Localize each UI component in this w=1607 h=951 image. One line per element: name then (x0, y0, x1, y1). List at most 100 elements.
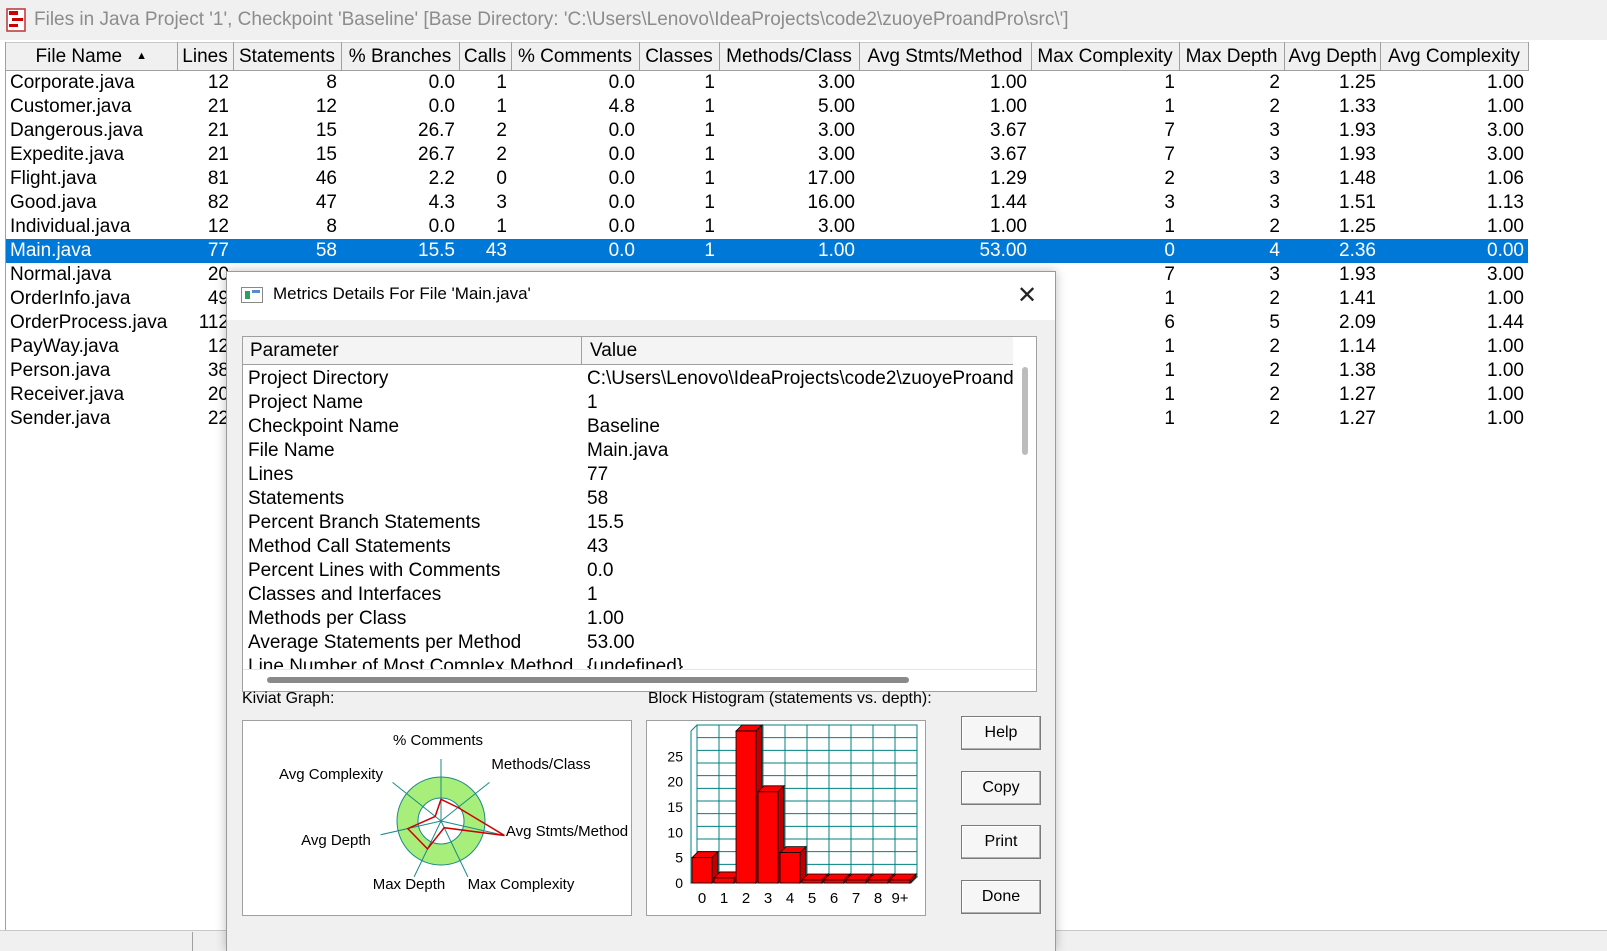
table-row[interactable]: Main.java 77 58 15.5 43 0.0 1 1.00 53.00 0 4 2.36 0.… (6, 238, 1528, 263)
parameter-column-header[interactable]: Parameter (250, 340, 339, 362)
table-cell: 2 (1269, 383, 1280, 405)
column-header-branches[interactable]: % Branches (341, 42, 460, 71)
histogram-y-tick-label: 5 (675, 850, 683, 866)
parameter-row[interactable]: Average Statements per Method 53.00 (243, 631, 1013, 655)
table-cell: 3.00 (818, 119, 855, 141)
table-cell: Customer.java (10, 95, 132, 117)
table-row[interactable]: Corporate.java 12 8 0.0 1 0.0 1 3.00 1.00 1 2 1.25 1… (6, 71, 1528, 95)
column-header-avg-complexity[interactable]: Avg Complexity (1380, 42, 1529, 71)
table-cell: 12 (207, 71, 229, 93)
table-cell: 8 (326, 71, 337, 93)
histogram-bar (867, 879, 889, 884)
table-cell: 12 (315, 95, 337, 117)
table-row[interactable]: Good.java 82 47 4.3 3 0.0 1 16.00 1.44 3 3 1.51 1.13 (6, 191, 1528, 215)
table-cell: OrderInfo.java (10, 287, 131, 309)
kiviat-axis-label: % Comments (393, 732, 483, 749)
column-header-statements[interactable]: Statements (233, 42, 342, 71)
table-cell: 3 (1269, 143, 1280, 165)
column-header-file-name[interactable]: File Name ▲ (6, 42, 178, 71)
parameter-row[interactable]: Classes and Interfaces 1 (243, 583, 1013, 607)
table-cell: 1.25 (1339, 71, 1376, 93)
kiviat-graph: % Comments Methods/Class Avg Stmts/Method M… (242, 720, 632, 916)
table-cell: 1 (1164, 71, 1175, 93)
kiviat-graph-label: Kiviat Graph: (242, 690, 335, 707)
table-row[interactable]: Customer.java 21 12 0.0 1 4.8 1 5.00 1.00 1 2 1.33 1… (6, 95, 1528, 119)
parameter-value: 77 (587, 464, 609, 485)
vertical-scrollbar-thumb[interactable] (1022, 367, 1028, 455)
table-row[interactable]: Dangerous.java 21 15 26.7 2 0.0 1 3.00 3.67 7 3 1.9… (6, 119, 1528, 143)
parameter-value: C:\Users\Lenovo\IdeaProjects\code2\zuoye… (587, 368, 1013, 389)
table-row[interactable]: Individual.java 12 8 0.0 1 0.0 1 3.00 1.00 1 2 1.25… (6, 215, 1528, 239)
column-header-lines[interactable]: Lines (177, 42, 234, 71)
table-cell: 1 (704, 143, 715, 165)
table-cell: 3 (1164, 191, 1175, 213)
parameter-row[interactable]: Checkpoint Name Baseline (243, 415, 1013, 439)
column-header-avg-stmts-method[interactable]: Avg Stmts/Method (859, 42, 1032, 71)
histogram-bar (801, 879, 823, 884)
parameter-name: Statements (248, 488, 345, 509)
parameter-row[interactable]: Project Directory C:\Users\Lenovo\IdeaPro… (243, 367, 1013, 391)
table-cell: 1.00 (1487, 215, 1524, 237)
parameter-row[interactable]: Percent Lines with Comments 0.0 (243, 559, 1013, 583)
table-cell: 7 (1164, 143, 1175, 165)
table-cell: Corporate.java (10, 71, 135, 93)
table-cell: 21 (207, 95, 229, 117)
parameter-row[interactable]: Percent Branch Statements 15.5 (243, 511, 1013, 535)
table-cell: 3.00 (1487, 143, 1524, 165)
parameter-row[interactable]: Line Number of Most Complex Method {undef… (243, 655, 1013, 669)
column-header-classes[interactable]: Classes (639, 42, 720, 71)
parameter-row[interactable]: Methods per Class 1.00 (243, 607, 1013, 631)
table-cell: 0.0 (608, 119, 635, 141)
table-cell: 1.38 (1339, 359, 1376, 381)
table-cell: 3 (496, 191, 507, 213)
table-cell: 1.00 (990, 95, 1027, 117)
histogram-x-tick-label: 5 (808, 890, 816, 907)
table-cell: 0.0 (511, 238, 639, 263)
table-cell: 46 (315, 167, 337, 189)
horizontal-scrollbar[interactable] (243, 669, 1036, 691)
parameter-list[interactable]: Parameter Value Project Directory C:\User… (242, 336, 1037, 692)
table-cell: 1 (704, 95, 715, 117)
table-cell: 3.00 (818, 215, 855, 237)
parameter-row[interactable]: File Name Main.java (243, 439, 1013, 463)
column-header-max-complexity[interactable]: Max Complexity (1031, 42, 1180, 71)
table-cell: 20 (207, 263, 229, 285)
close-icon[interactable]: ✕ (1011, 280, 1043, 312)
column-divider[interactable] (581, 337, 582, 365)
column-header-methods-class[interactable]: Methods/Class (719, 42, 860, 71)
table-row[interactable]: Expedite.java 21 15 26.7 2 0.0 1 3.00 3.67 7 3 1.93… (6, 143, 1528, 167)
histogram-bar (889, 879, 911, 884)
table-cell: 2 (1269, 95, 1280, 117)
column-header-avg-depth[interactable]: Avg Depth (1284, 42, 1381, 71)
table-cell: 1.00 (1487, 95, 1524, 117)
histogram-y-tick-label: 10 (667, 824, 683, 840)
table-cell: 15 (315, 119, 337, 141)
column-header-max-depth[interactable]: Max Depth (1179, 42, 1285, 71)
column-header-comments[interactable]: % Comments (511, 42, 640, 71)
value-column-header[interactable]: Value (590, 340, 637, 362)
vertical-scrollbar[interactable] (1013, 365, 1036, 670)
parameter-value: 1 (587, 584, 598, 605)
copy-button[interactable]: Copy (961, 771, 1041, 805)
parameter-row[interactable]: Statements 58 (243, 487, 1013, 511)
table-cell: Good.java (10, 191, 97, 213)
window-titlebar: Files in Java Project '1', Checkpoint 'B… (0, 0, 1607, 40)
horizontal-scrollbar-thumb[interactable] (267, 677, 909, 683)
table-row[interactable]: Flight.java 81 46 2.2 0 0.0 1 17.00 1.29 2 3 1.48 1.… (6, 167, 1528, 191)
parameter-row[interactable]: Project Name 1 (243, 391, 1013, 415)
table-cell: Receiver.java (10, 383, 125, 405)
table-cell: 15 (315, 143, 337, 165)
parameter-row[interactable]: Method Call Statements 43 (243, 535, 1013, 559)
column-header-calls[interactable]: Calls (459, 42, 512, 71)
table-cell: Individual.java (10, 215, 131, 237)
table-cell: 1 (639, 238, 719, 263)
done-button[interactable]: Done (961, 880, 1041, 914)
table-cell: 1.51 (1339, 191, 1376, 213)
print-button[interactable]: Print (961, 825, 1041, 859)
parameter-row[interactable]: Lines 77 (243, 463, 1013, 487)
table-cell: 1.93 (1339, 119, 1376, 141)
table-cell: 2.2 (428, 167, 455, 189)
table-cell: 2 (1269, 71, 1280, 93)
help-button[interactable]: Help (961, 716, 1041, 750)
app-icon (6, 8, 26, 32)
